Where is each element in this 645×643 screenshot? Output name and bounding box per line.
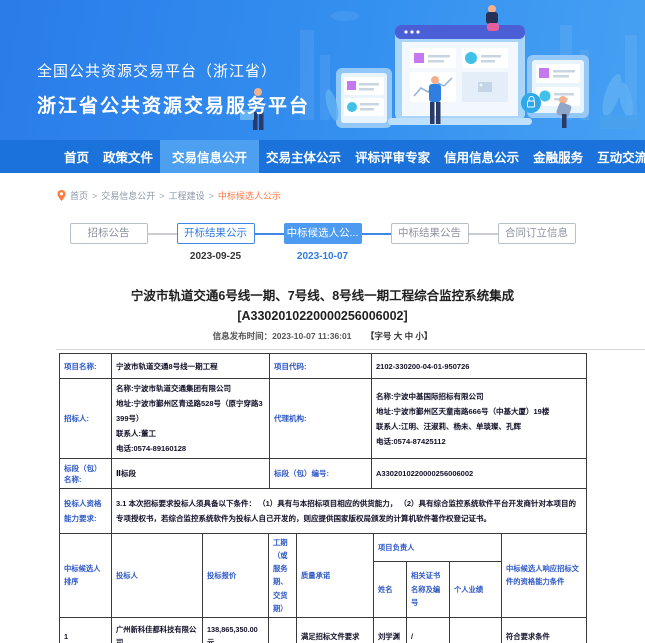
candidate-leader-name: 刘学渊 xyxy=(374,617,407,643)
breadcrumb-trade-info[interactable]: 交易信息公开 xyxy=(101,189,155,202)
section-name-label: 标段（包）名称: xyxy=(60,459,112,489)
step-box[interactable]: 中标候选人公... xyxy=(284,223,362,244)
table-row: 项目名称: 宁波市轨道交通8号线一期工程 项目代码: 2102-330200-0… xyxy=(60,354,587,379)
header-duration: 工期（或服务期、交货期） xyxy=(269,534,297,618)
process-steps: 招标公告 开标结果公示 2023-09-25 中标候选人公... 2023-10… xyxy=(0,223,645,263)
step-date xyxy=(498,251,576,263)
step-date xyxy=(70,251,148,263)
candidate-rank: 1 xyxy=(60,617,112,643)
breadcrumb-engineering[interactable]: 工程建设 xyxy=(169,189,205,202)
candidate-price: 138,865,350.00元 xyxy=(203,617,269,643)
qualification-label: 投标人资格能力要求: xyxy=(60,489,112,534)
header-leader-name: 姓名 xyxy=(374,561,407,617)
location-pin-icon xyxy=(57,190,66,201)
agency-label: 代理机构: xyxy=(270,379,372,459)
table-header-row: 中标候选人排序 投标人 投标报价 工期（或服务期、交货期） 质量承诺 项目负责人… xyxy=(60,534,587,562)
header-leader-achievement: 个人业绩 xyxy=(450,561,502,617)
step-box[interactable]: 开标结果公示 xyxy=(177,223,255,244)
header-bidder: 投标人 xyxy=(112,534,203,618)
table-row: 投标人资格能力要求: 3.1 本次招标要求投标人须具备以下条件： （1）具有与本… xyxy=(60,489,587,534)
tenderer-value: 名称:宁波市轨道交通集团有限公司 地址:宁波市鄞州区青迳路528号（原宁穿路33… xyxy=(112,379,270,459)
breadcrumb-separator: > xyxy=(92,191,97,201)
candidate-duration xyxy=(269,617,297,643)
step-connector xyxy=(148,233,177,235)
step-contract-info: 合同订立信息 xyxy=(498,223,576,263)
section-code-label: 标段（包）编号: xyxy=(270,459,372,489)
nav-item-experts[interactable]: 评标评审专家 xyxy=(348,140,437,173)
agency-value: 名称:宁波中基国际招标有限公司 地址:宁波市鄞州区天童南路666号（中基大厦）1… xyxy=(372,379,587,459)
qualification-value: 3.1 本次招标要求投标人须具备以下条件： （1）具有与本招标项目相应的供货能力… xyxy=(112,489,587,534)
breadcrumb: 首页 > 交易信息公开 > 工程建设 > 中标候选人公示 xyxy=(57,189,645,202)
step-connector xyxy=(255,233,284,235)
breadcrumb-current: 中标候选人公示 xyxy=(218,189,281,202)
step-connector xyxy=(362,233,391,235)
nav-item-trade-subject[interactable]: 交易主体公示 xyxy=(259,140,348,173)
tenderer-contact: 联系人:董工 xyxy=(116,426,265,441)
candidate-leader-achievement xyxy=(450,617,502,643)
step-candidate-publicity: 中标候选人公... 2023-10-07 xyxy=(284,223,362,263)
header-rank: 中标候选人排序 xyxy=(60,534,112,618)
tenderer-name: 名称:宁波市轨道交通集团有限公司 xyxy=(116,381,265,396)
candidate-bidder: 广州新科佳都科技有限公司 xyxy=(112,617,203,643)
step-box[interactable]: 中标结果公告 xyxy=(391,223,469,244)
main-nav: 首页 政策文件 交易信息公开 交易主体公示 评标评审专家 信用信息公示 金融服务… xyxy=(0,140,645,173)
nav-item-home[interactable]: 首页 xyxy=(57,140,96,173)
agency-contact: 联系人:江明、汪淑莉、杨未、单琰璨、孔辉 xyxy=(376,419,582,434)
section-name-value: Ⅱ标段 xyxy=(112,459,270,489)
tenderer-label: 招标人: xyxy=(60,379,112,459)
nav-item-interaction[interactable]: 互动交流 xyxy=(590,140,645,173)
header-condition: 中标候选人响应招标文件的资格能力条件 xyxy=(502,534,587,618)
tenderer-address: 地址:宁波市鄞州区青迳路528号（原宁穿路3399号） xyxy=(116,396,265,426)
candidate-row: 1 广州新科佳都科技有限公司 138,865,350.00元 满足招标文件要求 … xyxy=(60,617,587,643)
project-name-value: 宁波市轨道交通8号线一期工程 xyxy=(112,354,270,379)
page-title-line1: 宁波市轨道交通6号线一期、7号线、8号线一期工程综合监控系统集成 xyxy=(43,286,603,306)
divider xyxy=(56,349,645,350)
project-code-value: 2102-330200-04-01-950726 xyxy=(372,354,587,379)
project-name-label: 项目名称: xyxy=(60,354,112,379)
site-national-title: 全国公共资源交易平台（浙江省） xyxy=(37,60,310,81)
page-title: 宁波市轨道交通6号线一期、7号线、8号线一期工程综合监控系统集成 [A33020… xyxy=(43,286,603,326)
tenderer-phone: 电话:0574-89160128 xyxy=(116,441,265,456)
step-opening-result: 开标结果公示 2023-09-25 xyxy=(177,223,255,263)
page-title-code: [A3302010220000256006002] xyxy=(43,306,603,326)
nav-item-policy[interactable]: 政策文件 xyxy=(96,140,160,173)
nav-item-trade-info[interactable]: 交易信息公开 xyxy=(160,140,259,173)
table-row: 招标人: 名称:宁波市轨道交通集团有限公司 地址:宁波市鄞州区青迳路528号（原… xyxy=(60,379,587,459)
step-date: 2023-10-07 xyxy=(284,251,362,263)
header-quality: 质量承诺 xyxy=(297,534,374,618)
candidate-leader-cert: / xyxy=(407,617,450,643)
step-date xyxy=(391,251,469,263)
step-date: 2023-09-25 xyxy=(177,251,255,263)
publish-time: 信息发布时间：2023-10-07 11:36:01 xyxy=(213,331,352,341)
step-award-result: 中标结果公告 xyxy=(391,223,469,263)
project-code-label: 项目代码: xyxy=(270,354,372,379)
header-price: 投标报价 xyxy=(203,534,269,618)
breadcrumb-separator: > xyxy=(159,191,164,201)
header-leader-cert: 相关证书名称及编号 xyxy=(407,561,450,617)
breadcrumb-separator: > xyxy=(209,191,214,201)
section-code-value: A3302010220000256006002 xyxy=(372,459,587,489)
nav-item-credit[interactable]: 信用信息公示 xyxy=(437,140,526,173)
step-tender-announcement: 招标公告 xyxy=(70,223,148,263)
header-project-leader: 项目负责人 xyxy=(374,534,502,562)
step-box[interactable]: 招标公告 xyxy=(70,223,148,244)
nav-item-finance[interactable]: 金融服务 xyxy=(526,140,590,173)
table-row: 标段（包）名称: Ⅱ标段 标段（包）编号: A33020102200002560… xyxy=(60,459,587,489)
candidate-quality: 满足招标文件要求 xyxy=(297,617,374,643)
font-size-controls[interactable]: 【字号 大 中 小】 xyxy=(366,331,433,341)
step-connector xyxy=(469,233,498,235)
candidate-condition: 符合要求条件 xyxy=(502,617,587,643)
article-meta: 信息发布时间：2023-10-07 11:36:01 【字号 大 中 小】 xyxy=(0,330,645,342)
agency-phone: 电话:0574-87425112 xyxy=(376,434,582,449)
project-info-table: 项目名称: 宁波市轨道交通8号线一期工程 项目代码: 2102-330200-0… xyxy=(59,353,587,534)
agency-address: 地址:宁波市鄞州区天童南路666号（中基大厦）19楼 xyxy=(376,404,582,419)
candidates-table: 中标候选人排序 投标人 投标报价 工期（或服务期、交货期） 质量承诺 项目负责人… xyxy=(59,533,587,643)
agency-name: 名称:宁波中基国际招标有限公司 xyxy=(376,389,582,404)
site-title: 浙江省公共资源交易服务平台 xyxy=(37,91,310,118)
breadcrumb-home[interactable]: 首页 xyxy=(70,189,88,202)
site-banner: 全国公共资源交易平台（浙江省） 浙江省公共资源交易服务平台 xyxy=(0,0,645,140)
step-box[interactable]: 合同订立信息 xyxy=(498,223,576,244)
